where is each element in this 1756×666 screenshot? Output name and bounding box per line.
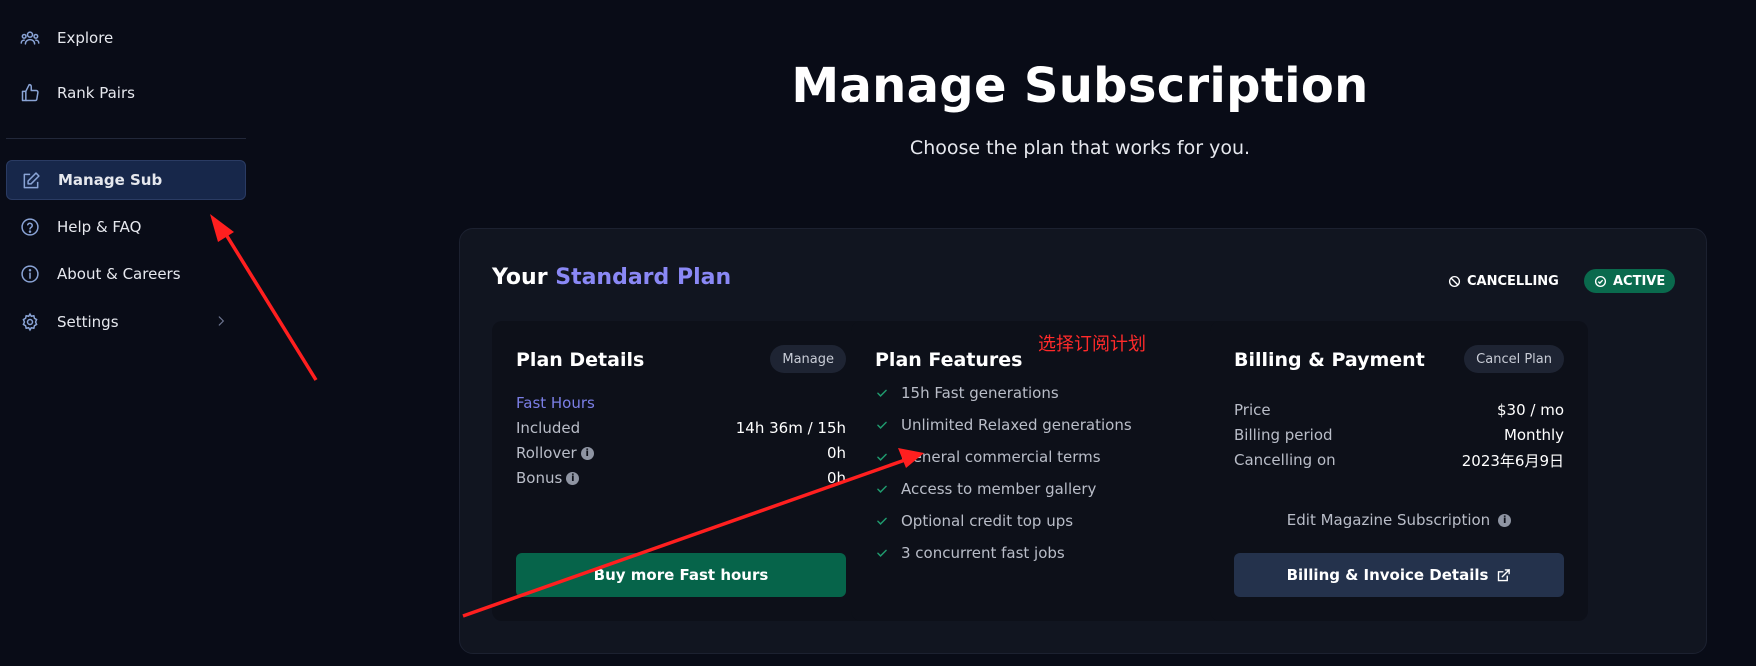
detail-label-text: Bonus (516, 469, 563, 487)
feature-item: General commercial terms (875, 447, 1101, 467)
plan-heading: Your Standard Plan (492, 265, 731, 290)
plan-heading-prefix: Your (492, 265, 548, 290)
plan-name: Standard Plan (555, 265, 732, 290)
cancel-plan-button[interactable]: Cancel Plan (1464, 345, 1564, 373)
fast-hours-row: Fast Hours (516, 393, 846, 413)
sidebar-divider (6, 138, 246, 139)
check-icon (877, 389, 887, 397)
edit-magazine-link[interactable]: Edit Magazine Subscription i (1210, 511, 1588, 529)
edit-icon (23, 172, 40, 189)
status-badge-active: ACTIVE (1584, 269, 1676, 293)
detail-value: 0h (826, 444, 846, 462)
page-subtitle: Choose the plan that works for you. (909, 137, 1251, 159)
detail-label: Bonus i (516, 469, 580, 487)
help-circle-icon (21, 218, 39, 236)
gear-icon (22, 312, 38, 332)
feature-item: Optional credit top ups (875, 511, 1073, 531)
feature-label: Access to member gallery (901, 480, 1097, 498)
feature-item: Access to member gallery (875, 479, 1096, 499)
billing-invoice-label: Billing & Invoice Details (1286, 566, 1489, 584)
plan-features-card: Plan Features 15h Fast generations Unlim… (851, 321, 1229, 621)
billing-invoice-button[interactable]: Billing & Invoice Details (1234, 553, 1564, 597)
buy-fast-hours-button[interactable]: Buy more Fast hours (516, 553, 846, 597)
feature-label: General commercial terms (901, 448, 1101, 466)
billing-row-cancelling: Cancelling on 2023年6月9日 (1234, 450, 1564, 470)
ban-icon (1448, 275, 1461, 287)
page-title: Manage Subscription (791, 58, 1369, 114)
manage-button[interactable]: Manage (770, 345, 846, 373)
feature-label: Optional credit top ups (901, 512, 1074, 530)
sidebar-item-settings[interactable]: Settings (6, 302, 246, 342)
feature-item: 15h Fast generations (875, 383, 1059, 403)
info-icon[interactable]: i (566, 471, 580, 485)
sidebar-item-label: Manage Sub (58, 171, 163, 189)
check-icon (877, 453, 887, 461)
status-badge-cancelling: CANCELLING (1448, 269, 1559, 293)
feature-label: 3 concurrent fast jobs (901, 544, 1065, 562)
billing-card: Billing & Payment Cancel Plan Price $30 … (1210, 321, 1588, 621)
sidebar-item-manage-sub[interactable]: Manage Sub (6, 160, 246, 200)
subscription-panel: Your Standard Plan CANCELLING ACTIVE Pla… (459, 228, 1707, 654)
sidebar-item-label: Explore (57, 29, 114, 47)
plan-details-card: Plan Details Manage Fast Hours Included … (492, 321, 870, 621)
sidebar-item-explore[interactable]: Explore (6, 18, 246, 58)
thumbs-up-icon (21, 83, 39, 102)
check-icon (877, 517, 887, 525)
sidebar-item-label: Rank Pairs (57, 84, 135, 102)
billing-row-period: Billing period Monthly (1234, 425, 1564, 445)
feature-label: Unlimited Relaxed generations (901, 416, 1132, 434)
info-icon (21, 265, 39, 283)
billing-label: Cancelling on (1234, 451, 1336, 469)
billing-label: Price (1234, 401, 1271, 419)
sidebar-item-label: Settings (57, 313, 119, 331)
billing-label: Billing period (1234, 426, 1333, 444)
fast-hours-label: Fast Hours (516, 394, 595, 412)
check-icon (877, 485, 887, 493)
feature-item: Unlimited Relaxed generations (875, 415, 1132, 435)
detail-label: Rollover i (516, 444, 594, 462)
sidebar-item-rank-pairs[interactable]: Rank Pairs (6, 73, 246, 113)
status-badge-label: ACTIVE (1613, 273, 1666, 289)
detail-label: Included (516, 419, 581, 437)
annotation-text: 选择订阅计划 (1038, 334, 1146, 355)
detail-label-text: Rollover (516, 444, 577, 462)
app-root: Explore Rank Pairs Manage Sub Help & FAQ (0, 0, 1756, 666)
info-icon[interactable]: i (1498, 513, 1512, 527)
card-title: Plan Details (516, 349, 645, 371)
sidebar-item-help[interactable]: Help & FAQ (6, 207, 246, 247)
detail-value: 0h (826, 469, 846, 487)
users-icon (20, 31, 40, 45)
billing-value: Monthly (1503, 426, 1564, 444)
card-title: Plan Features (875, 349, 1023, 371)
detail-row-rollover: Rollover i 0h (516, 443, 846, 463)
check-circle-icon (1594, 275, 1607, 287)
check-icon (877, 421, 887, 429)
status-badge-label: CANCELLING (1467, 273, 1559, 289)
sidebar-item-label: About & Careers (57, 265, 181, 283)
chevron-right-icon (218, 316, 225, 326)
detail-row-included: Included 14h 36m / 15h (516, 418, 846, 438)
external-link-icon (1498, 568, 1511, 581)
card-title: Billing & Payment (1234, 349, 1425, 371)
billing-value: 2023年6月9日 (1461, 451, 1564, 470)
sidebar-item-about[interactable]: About & Careers (6, 254, 246, 294)
info-icon[interactable]: i (580, 446, 594, 460)
sidebar-item-label: Help & FAQ (57, 218, 142, 236)
billing-row-price: Price $30 / mo (1234, 400, 1564, 420)
detail-value: 14h 36m / 15h (735, 419, 846, 437)
feature-label: 15h Fast generations (901, 384, 1059, 402)
check-icon (877, 549, 887, 557)
detail-row-bonus: Bonus i 0h (516, 468, 846, 488)
edit-magazine-label: Edit Magazine Subscription (1286, 511, 1491, 529)
billing-value: $30 / mo (1496, 401, 1564, 419)
feature-item: 3 concurrent fast jobs (875, 543, 1065, 563)
sidebar: Explore Rank Pairs Manage Sub Help & FAQ (0, 0, 250, 666)
